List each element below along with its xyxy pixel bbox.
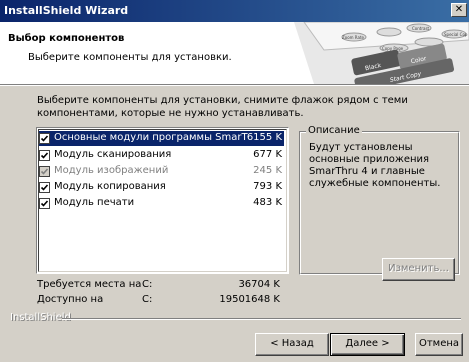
instructions-text: Выберите компоненты для установки, сними… bbox=[37, 95, 408, 119]
component-size: 483 K bbox=[253, 197, 282, 208]
component-label: Модуль печати bbox=[54, 197, 135, 208]
back-button[interactable]: < Назад bbox=[255, 333, 329, 356]
component-label: Модуль изображений bbox=[54, 165, 169, 176]
space-available-drive: C: bbox=[142, 294, 153, 305]
component-row[interactable]: Модуль изображений 245 K bbox=[39, 164, 284, 179]
component-checkbox[interactable] bbox=[39, 150, 50, 161]
component-row[interactable]: Основные модули программы SmarT 6155 K bbox=[39, 131, 284, 146]
copier-panel-illustration: Copy Page Zoom Rate Special Cop Contrast… bbox=[294, 22, 469, 84]
svg-text:Contrast: Contrast bbox=[412, 26, 430, 31]
checkmark-icon bbox=[40, 152, 49, 159]
component-checkbox[interactable] bbox=[39, 182, 50, 193]
description-text: Будут установлены основные приложения Sm… bbox=[309, 142, 441, 189]
wizard-header: Выбор компонентов Выберите компоненты дл… bbox=[0, 22, 469, 85]
checkmark-icon bbox=[40, 135, 49, 142]
cancel-button[interactable]: Отмена bbox=[415, 333, 463, 356]
close-icon: ✕ bbox=[454, 4, 464, 15]
component-checkbox[interactable] bbox=[39, 133, 50, 144]
component-row[interactable]: Модуль копирования 793 K bbox=[39, 180, 284, 195]
space-required-drive: C: bbox=[142, 279, 153, 290]
svg-text:Special Cop: Special Cop bbox=[444, 32, 468, 37]
checkmark-icon bbox=[40, 168, 49, 175]
component-label: Основные модули программы SmarT bbox=[54, 132, 248, 143]
space-available-value: 19501648 K bbox=[219, 294, 280, 305]
component-label: Модуль копирования bbox=[54, 181, 166, 192]
space-required-value: 36704 K bbox=[238, 279, 280, 290]
change-button[interactable]: Изменить... bbox=[382, 258, 455, 281]
title-bar: InstallShield Wizard ✕ bbox=[0, 0, 469, 22]
component-size: 6155 K bbox=[246, 132, 282, 143]
window-title: InstallShield Wizard bbox=[4, 4, 129, 17]
checkmark-icon bbox=[40, 200, 49, 207]
space-available-label: Доступно на bbox=[37, 294, 104, 305]
header-divider bbox=[0, 85, 469, 86]
description-title: Описание bbox=[306, 125, 362, 136]
component-size: 793 K bbox=[253, 181, 282, 192]
svg-text:Zoom Rate: Zoom Rate bbox=[342, 35, 365, 40]
close-button[interactable]: ✕ bbox=[451, 3, 467, 17]
component-label: Модуль сканирования bbox=[54, 149, 172, 160]
component-checkbox[interactable] bbox=[39, 198, 50, 209]
component-row[interactable]: Модуль печати 483 K bbox=[39, 196, 284, 211]
checkmark-icon bbox=[40, 184, 49, 191]
next-button[interactable]: Далее > bbox=[330, 333, 405, 356]
component-row[interactable]: Модуль сканирования 677 K bbox=[39, 148, 284, 163]
component-size: 677 K bbox=[253, 149, 282, 160]
header-subtitle: Выберите компоненты для установки. bbox=[28, 52, 232, 63]
component-list[interactable]: Основные модули программы SmarT 6155 K М… bbox=[36, 127, 289, 274]
header-title: Выбор компонентов bbox=[8, 33, 125, 44]
component-checkbox[interactable] bbox=[39, 166, 50, 177]
space-required-label: Требуется места на bbox=[37, 279, 142, 290]
component-size: 245 K bbox=[253, 165, 282, 176]
